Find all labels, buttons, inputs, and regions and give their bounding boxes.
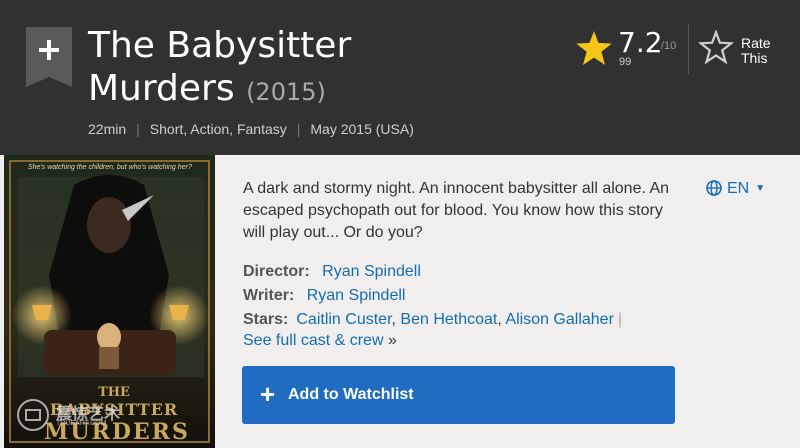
meta-separator: | xyxy=(136,121,140,137)
globe-icon xyxy=(706,180,722,196)
stars-row: Stars: Caitlin Custer, Ben Hethcoat, Alis… xyxy=(243,308,683,332)
title-meta: 22min | Short, Action, Fantasy | May 2015 (U… xyxy=(88,121,414,137)
watermark-logo-icon xyxy=(17,399,49,431)
star-link[interactable]: Ben Hethcoat xyxy=(400,311,497,328)
watermark-subtext: TRUEART.COM xyxy=(56,420,107,427)
rating-value: 7.2 xyxy=(618,26,663,59)
rating-block: 7.2 /10 99 xyxy=(576,26,686,76)
meta-separator: | xyxy=(296,121,301,137)
rate-this-button[interactable]: Rate This xyxy=(698,30,798,70)
credits: Director: Ryan Spindell Writer: Ryan Spi… xyxy=(243,260,683,350)
add-to-watchlist-ribbon[interactable] xyxy=(26,27,72,87)
language-label: EN xyxy=(727,180,750,197)
title-block: The Babysitter Murders (2015) xyxy=(88,24,548,114)
watchlist-label: Add to Watchlist xyxy=(288,386,414,403)
title-line-1: The Babysitter xyxy=(88,25,352,66)
full-cast-link[interactable]: See full cast & crew xyxy=(243,332,384,349)
director-link[interactable]: Ryan Spindell xyxy=(322,263,421,280)
star-outline-icon xyxy=(698,30,734,64)
rating-divider xyxy=(688,24,689,74)
movie-title: The Babysitter Murders (2015) xyxy=(88,24,548,114)
plus-icon: + xyxy=(260,379,276,409)
double-chevron-right-icon: » xyxy=(387,332,397,349)
full-cast-row: See full cast & crew » xyxy=(243,332,683,350)
genres[interactable]: Short, Action, Fantasy xyxy=(150,121,287,137)
add-to-watchlist-button[interactable]: + Add to Watchlist xyxy=(242,366,675,424)
release-date[interactable]: May 2015 (USA) xyxy=(310,121,413,137)
release-year: (2015) xyxy=(246,78,326,106)
rating-count[interactable]: 99 xyxy=(619,56,631,68)
plot-summary: A dark and stormy night. An innocent bab… xyxy=(243,180,670,241)
writer-label: Writer: xyxy=(243,287,295,304)
rate-label-1: Rate xyxy=(741,35,771,51)
rating-scale: /10 xyxy=(661,40,677,52)
director-row: Director: Ryan Spindell xyxy=(243,260,683,284)
credits-pipe: | xyxy=(617,311,623,328)
star-link[interactable]: Caitlin Custer xyxy=(296,311,391,328)
star-separator: , xyxy=(391,311,396,328)
rate-this-label: Rate This xyxy=(741,36,777,66)
star-icon xyxy=(576,31,612,65)
caret-down-icon: ▼ xyxy=(755,183,766,194)
writer-row: Writer: Ryan Spindell xyxy=(243,284,683,308)
rate-label-2: This xyxy=(741,50,768,66)
director-label: Director: xyxy=(243,263,310,280)
title-line-2: Murders xyxy=(88,68,235,109)
star-link[interactable]: Alison Gallaher xyxy=(505,311,614,328)
watermark: 震惊艺术 TRUEART.COM xyxy=(16,398,131,434)
poster-tagline: She's watching the children, but who's w… xyxy=(28,164,192,171)
title-header: The Babysitter Murders (2015) 22min | Shor… xyxy=(0,0,800,155)
runtime: 22min xyxy=(88,121,127,137)
writer-link[interactable]: Ryan Spindell xyxy=(307,287,406,304)
stars-label: Stars: xyxy=(243,311,289,328)
star-separator: , xyxy=(497,311,502,328)
plus-icon xyxy=(26,27,72,87)
language-selector[interactable]: EN ▼ xyxy=(706,180,765,198)
